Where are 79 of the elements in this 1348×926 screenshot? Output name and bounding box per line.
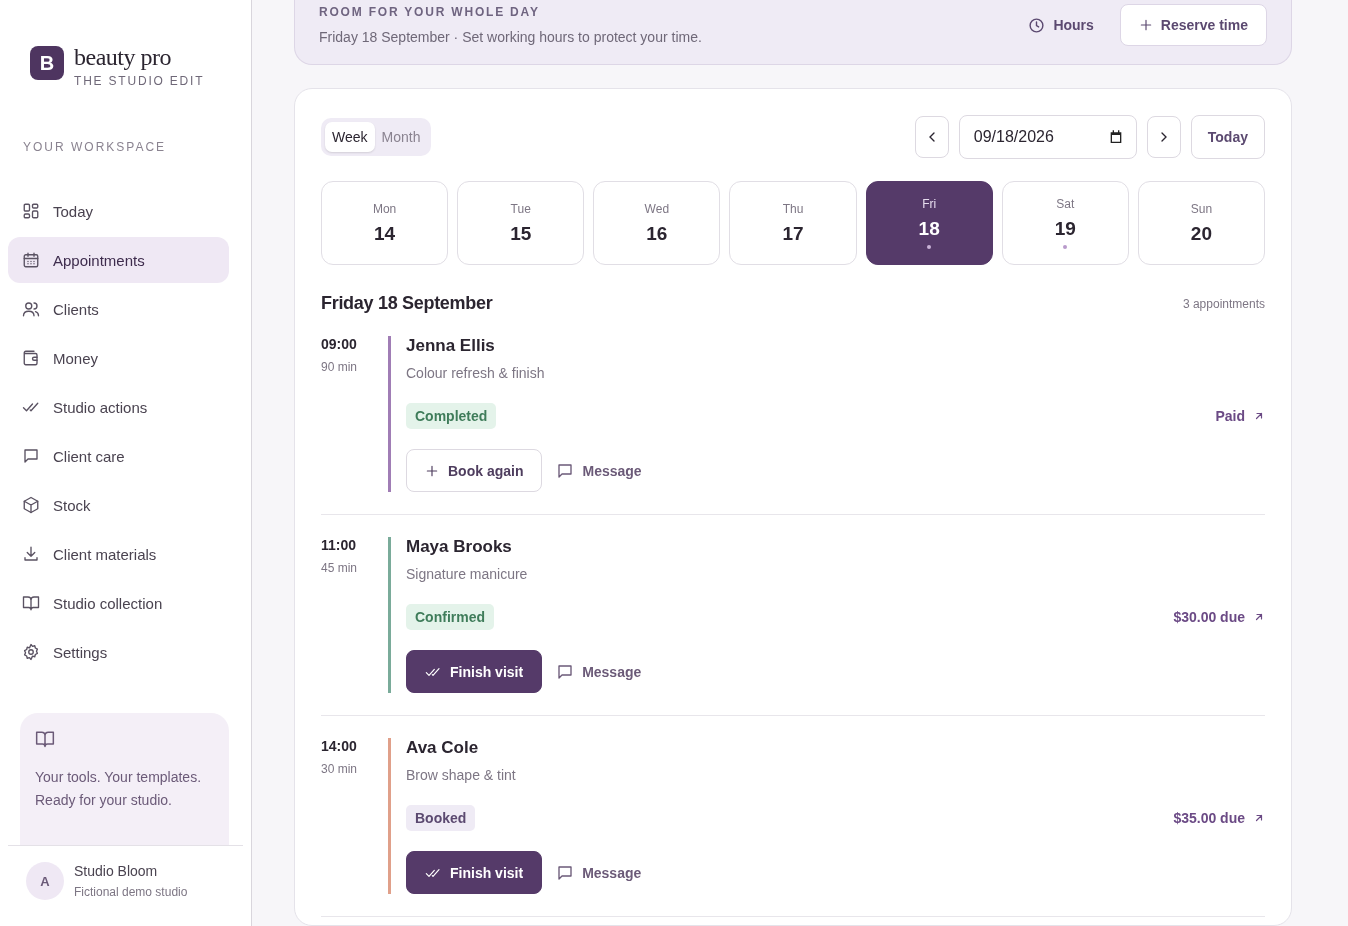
next-button[interactable]	[1146, 116, 1181, 158]
plus-icon	[1138, 18, 1153, 32]
previous-button[interactable]	[914, 116, 949, 158]
day-tile[interactable]: Wed 16	[593, 181, 721, 265]
payment-link[interactable]: Paid	[1215, 408, 1265, 424]
book-icon	[22, 594, 40, 612]
sidebar-item[interactable]: Client materials	[8, 531, 229, 577]
status-badge: Completed	[406, 403, 497, 429]
book-icon	[35, 729, 55, 749]
day-tile[interactable]: Tue 15	[457, 181, 585, 265]
client-name: Maya Brooks	[406, 537, 513, 557]
banner-eyebrow: ROOM FOR YOUR WHOLE DAY	[319, 5, 541, 19]
service-name: Signature manicure	[406, 566, 529, 582]
chat-icon	[22, 447, 40, 465]
sidebar-item[interactable]: Stock	[8, 482, 229, 528]
message-button[interactable]: Message	[556, 863, 642, 882]
day-tile[interactable]: Mon 14	[321, 181, 449, 265]
message-button[interactable]: Message	[556, 461, 642, 480]
chat-icon	[556, 662, 575, 681]
arrow-icon	[1253, 812, 1265, 824]
finish-visit-button[interactable]: Finish visit	[406, 650, 543, 693]
appointment-count: 3 appointments	[1182, 296, 1265, 311]
appointment-time: 14:00	[321, 738, 358, 754]
sidebar-item[interactable]: Clients	[8, 286, 229, 332]
chat-icon	[556, 461, 575, 480]
client-name: Ava Cole	[406, 738, 480, 758]
book-again-button[interactable]: Book again	[406, 449, 543, 492]
studio-subtitle: Fictional demo studio	[74, 885, 188, 899]
banner-text: Friday 18 September · Set working hours to protect your time.	[319, 29, 702, 45]
sidebar-item[interactable]: Appointments	[8, 237, 229, 283]
appointment-time: 11:00	[321, 537, 358, 553]
appointment-duration: 45 min	[321, 561, 359, 575]
finish-visit-button[interactable]: Finish visit	[406, 851, 543, 894]
date-field[interactable]: 09/18/2026	[958, 115, 1137, 159]
day-tile[interactable]: Thu 17	[729, 181, 857, 265]
payment-link[interactable]: $30.00 due	[1173, 609, 1265, 625]
day-title: Friday 18 September	[321, 293, 493, 314]
settings-icon	[22, 643, 40, 661]
promo-text: Your tools. Your templates. Ready for your studio.	[35, 768, 203, 810]
arrow-icon	[1253, 410, 1265, 422]
sidebar-item[interactable]: Today	[8, 188, 229, 234]
status-badge: Confirmed	[406, 604, 494, 630]
clock-icon	[1028, 16, 1046, 34]
sidebar-item[interactable]: Money	[8, 335, 229, 381]
appointment-duration: 90 min	[321, 360, 359, 374]
status-badge: Booked	[406, 805, 476, 831]
chat-icon	[556, 863, 575, 882]
day-tile[interactable]: Sun 20	[1137, 181, 1265, 265]
brand-name: beauty pro	[74, 44, 172, 70]
dashboard-icon	[22, 202, 40, 220]
wallet-icon	[22, 349, 40, 367]
day-tile[interactable]: Fri 18	[865, 181, 993, 265]
appointment-time: 09:00	[321, 336, 358, 352]
plus-icon	[425, 463, 439, 478]
brand-logo: B	[30, 46, 64, 80]
sidebar-item[interactable]: Studio collection	[8, 580, 229, 626]
studio-name: Studio Bloom	[74, 863, 159, 879]
calendar-icon	[22, 251, 40, 269]
section-label: YOUR WORKSPACE	[22, 140, 168, 156]
sidebar-item[interactable]: Settings	[8, 629, 229, 675]
user-avatar: A	[26, 862, 64, 900]
box-icon	[22, 496, 40, 514]
arrow-icon	[1253, 611, 1265, 623]
download-icon	[22, 545, 40, 563]
service-name: Colour refresh & finish	[406, 365, 546, 381]
reserve-time-button[interactable]: Reserve time	[1119, 4, 1267, 46]
payment-link[interactable]: $35.00 due	[1173, 810, 1265, 826]
hours-button[interactable]: Hours	[1014, 6, 1108, 44]
sidebar-item[interactable]: Studio actions	[8, 384, 229, 430]
appointment-duration: 30 min	[321, 762, 359, 776]
brand-tagline: THE STUDIO EDIT	[74, 74, 205, 88]
message-button[interactable]: Message	[556, 662, 642, 681]
sidebar-item[interactable]: Client care	[8, 433, 229, 479]
client-name: Jenna Ellis	[406, 336, 496, 356]
service-name: Brow shape & tint	[406, 767, 517, 783]
day-tile[interactable]: Sat 19	[1001, 181, 1129, 265]
view-tab[interactable]: Week	[325, 122, 375, 152]
people-icon	[22, 300, 40, 318]
today-button[interactable]: Today	[1190, 115, 1265, 159]
